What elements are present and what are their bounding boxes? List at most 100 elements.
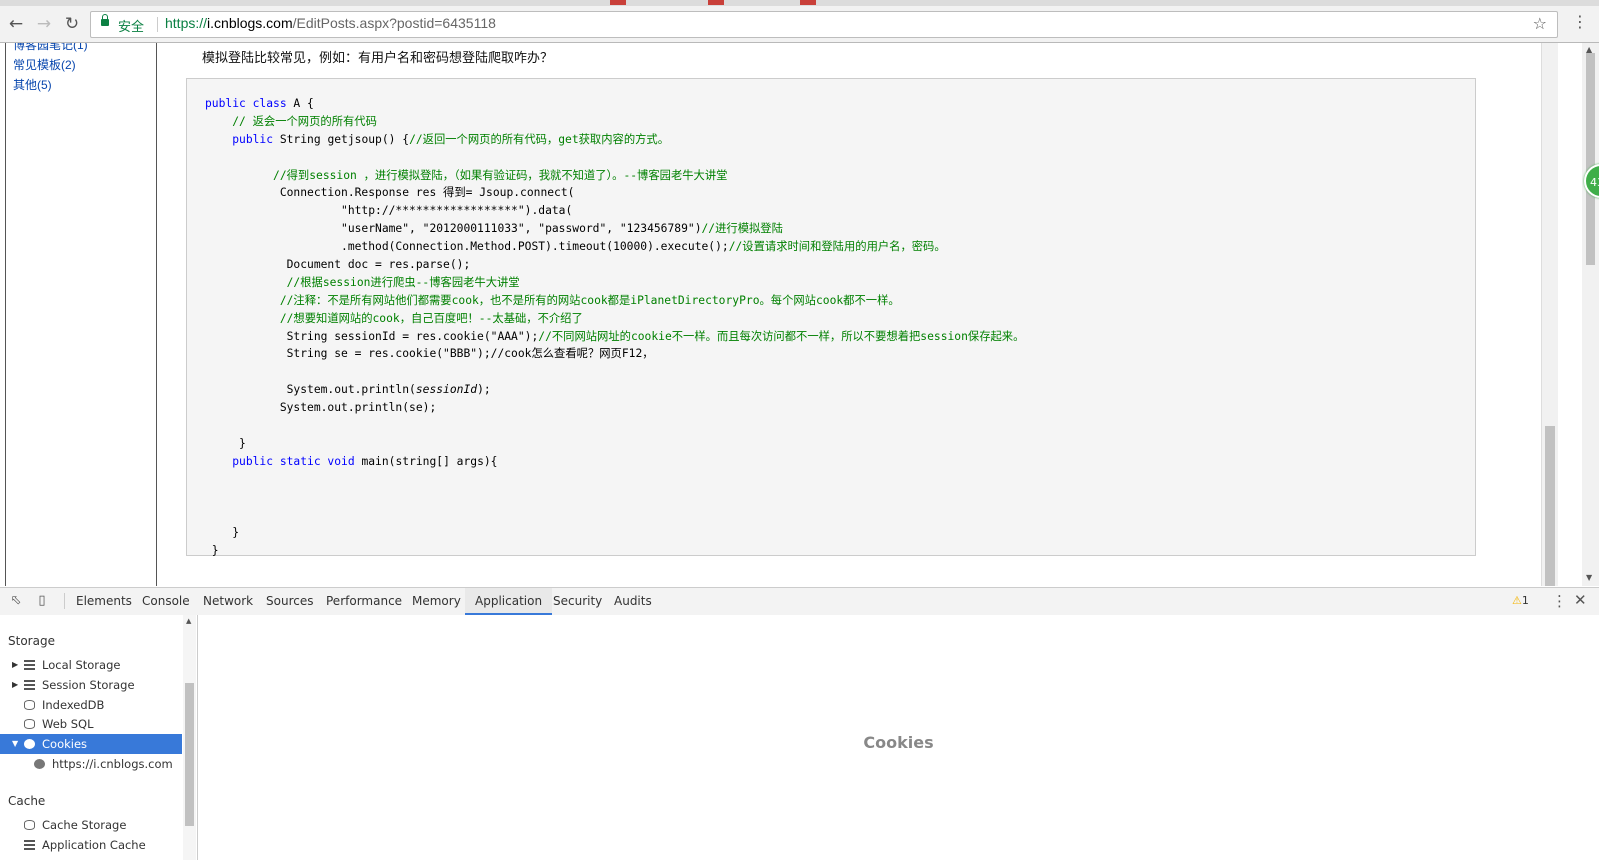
tree-item-session-storage[interactable]: ▶ Session Storage [0,675,182,695]
lock-icon [101,14,109,26]
database-icon [24,719,35,730]
tree-item-local-storage[interactable]: ▶ Local Storage [0,655,182,675]
post-intro-text: 模拟登陆比较常见，例如：有用户名和密码想登陆爬取咋办？ [202,50,554,65]
url-text[interactable]: https://i.cnblogs.com/EditPosts.aspx?pos… [165,15,496,31]
tab-elements[interactable]: Elements [66,588,142,615]
code-token: } [205,526,240,540]
code-token: //得到session ，进行模拟登陆，（如果有验证码，我就不知道了）。--博客… [273,168,728,182]
code-line: // 返会一个网页的所有代码 [205,113,1024,131]
bookmark-star-icon[interactable]: ☆ [1533,14,1547,33]
devtools-menu-icon[interactable]: ⋮ [1552,592,1567,610]
tree-item-web-sql[interactable]: Web SQL [0,714,182,734]
code-line: "userName", "2012000111033", "password",… [205,220,1024,238]
collapse-arrow-icon[interactable]: ▼ [12,734,18,754]
reload-button[interactable]: ↻ [62,14,82,34]
code-token: public class [205,97,287,110]
devtools-panel: ⬁ ▯ Elements Console Network Sources Perform… [0,587,1599,860]
expand-arrow-icon[interactable]: ▶ [12,675,18,695]
code-token: "http://******************").data( [205,204,573,218]
tab-sources[interactable]: Sources [256,588,323,615]
inspect-element-icon[interactable]: ⬁ [8,593,24,609]
code-line: //想要知道网站的cook，自己百度吧！--太基础，不介绍了 [205,310,1024,328]
cookie-icon [34,759,45,769]
editor-scrollbar[interactable] [1541,43,1558,586]
window-scrollbar-thumb[interactable] [1586,53,1595,265]
tab-network[interactable]: Network [193,588,263,615]
category-link[interactable]: 常见模板(2) [13,56,76,73]
code-line: String se = res.cookie("BBB");//cook怎么查看… [205,345,1024,363]
code-token: .method(Connection.Method.POST).timeout(… [205,240,729,254]
warning-icon: ⚠ [1512,594,1522,607]
tab-security[interactable]: Security [543,588,612,615]
tree-item-label: Local Storage [42,658,121,672]
code-token: String se = res.cookie("BBB");//cook怎么查看… [205,347,654,361]
database-icon [24,699,35,710]
code-token: A { [286,97,314,110]
blog-sidebar: 博客园笔记(1) 常见模板(2) 其他(5) [6,43,157,586]
code-line: public static void main(string[] args){ [205,453,1024,471]
code-token: String sessionId = res.cookie("AAA"); [205,329,539,343]
category-link[interactable]: 其他(5) [13,76,52,93]
code-token: public [232,132,274,146]
code-line: } [205,542,1024,560]
browser-menu-icon[interactable]: ⋮ [1570,12,1590,34]
url-field[interactable]: 安全 https://i.cnblogs.com/EditPosts.aspx?… [90,11,1558,38]
tree-item-label: Application Cache [42,837,146,852]
tree-item-indexeddb[interactable]: IndexedDB [0,695,182,715]
code-line: Document doc = res.parse(); [205,256,1024,274]
code-token: "userName", "2012000111033", "password",… [205,222,702,236]
code-line: //注释：不是所有网站他们都需要cook，也不是所有的网站cook都是iPlan… [205,292,1024,310]
window-scrollbar[interactable]: ▲ ▼ [1582,43,1599,586]
forward-button[interactable]: → [34,14,54,34]
tab-console[interactable]: Console [132,588,200,615]
grid-icon [24,679,35,690]
device-toolbar-icon[interactable]: ▯ [34,593,50,609]
code-line: } [205,435,1024,453]
address-bar-area: ← → ↻ 安全 https://i.cnblogs.com/EditPosts… [0,6,1599,43]
url-path: /EditPosts.aspx?postid=6435118 [292,15,496,31]
code-line: System.out.println(se); [205,399,1024,417]
sidebar-scrollbar[interactable]: ▲ [183,615,196,860]
tab-application[interactable]: Application [465,588,553,615]
tab-favicon [610,0,626,5]
tree-item-application-cache[interactable]: Application Cache [0,835,182,855]
code-token: //注释：不是所有网站他们都需要cook，也不是所有的网站cook都是iPlan… [279,293,900,307]
devtools-close-icon[interactable]: ✕ [1574,591,1587,609]
editor-scrollbar-thumb[interactable] [1545,426,1555,586]
cache-section-title: Cache [8,794,46,808]
tab-performance[interactable]: Performance [316,588,412,615]
expand-arrow-icon[interactable]: ▶ [12,655,18,675]
tab-memory[interactable]: Memory [402,588,471,615]
tree-item-cookies[interactable]: ▼ Cookies [0,734,182,755]
category-link[interactable]: 博客园笔记(1) [13,43,88,53]
sidebar-scrollbar-thumb[interactable] [185,683,194,826]
tree-item-label: https://i.cnblogs.com [52,757,173,771]
web-page: 博客园笔记(1) 常见模板(2) 其他(5) 模拟登陆比较常见，例如：有用户名和… [0,43,1599,586]
application-sidebar: Storage ▶ Local Storage ▶ Session Storage In… [0,615,198,860]
code-token: ); [477,383,491,397]
code-line: Connection.Response res 得到= Jsoup.connec… [205,184,1024,202]
warning-counter[interactable]: ⚠1 [1512,594,1529,607]
sidebar-scroll-up-icon[interactable]: ▲ [186,617,191,625]
tab-favicon [800,0,816,5]
devtools-toolbar: ⬁ ▯ Elements Console Network Sources Perform… [0,587,1599,616]
tab-audits[interactable]: Audits [604,588,662,615]
code-text: public class A { // 返会一个网页的所有代码 public S… [205,95,1024,560]
tree-item-https-i-cnblogs-com[interactable]: https://i.cnblogs.com [0,754,182,774]
url-divider [157,17,158,32]
tree-item-cache-storage[interactable]: Cache Storage [0,815,182,835]
scroll-down-arrow-icon[interactable]: ▼ [1586,573,1592,582]
code-token: //返回一个网页的所有代码，get获取内容的方式。 [409,132,670,146]
tab-favicon [708,0,724,5]
back-button[interactable]: ← [6,14,26,34]
code-line: } [205,524,1024,542]
